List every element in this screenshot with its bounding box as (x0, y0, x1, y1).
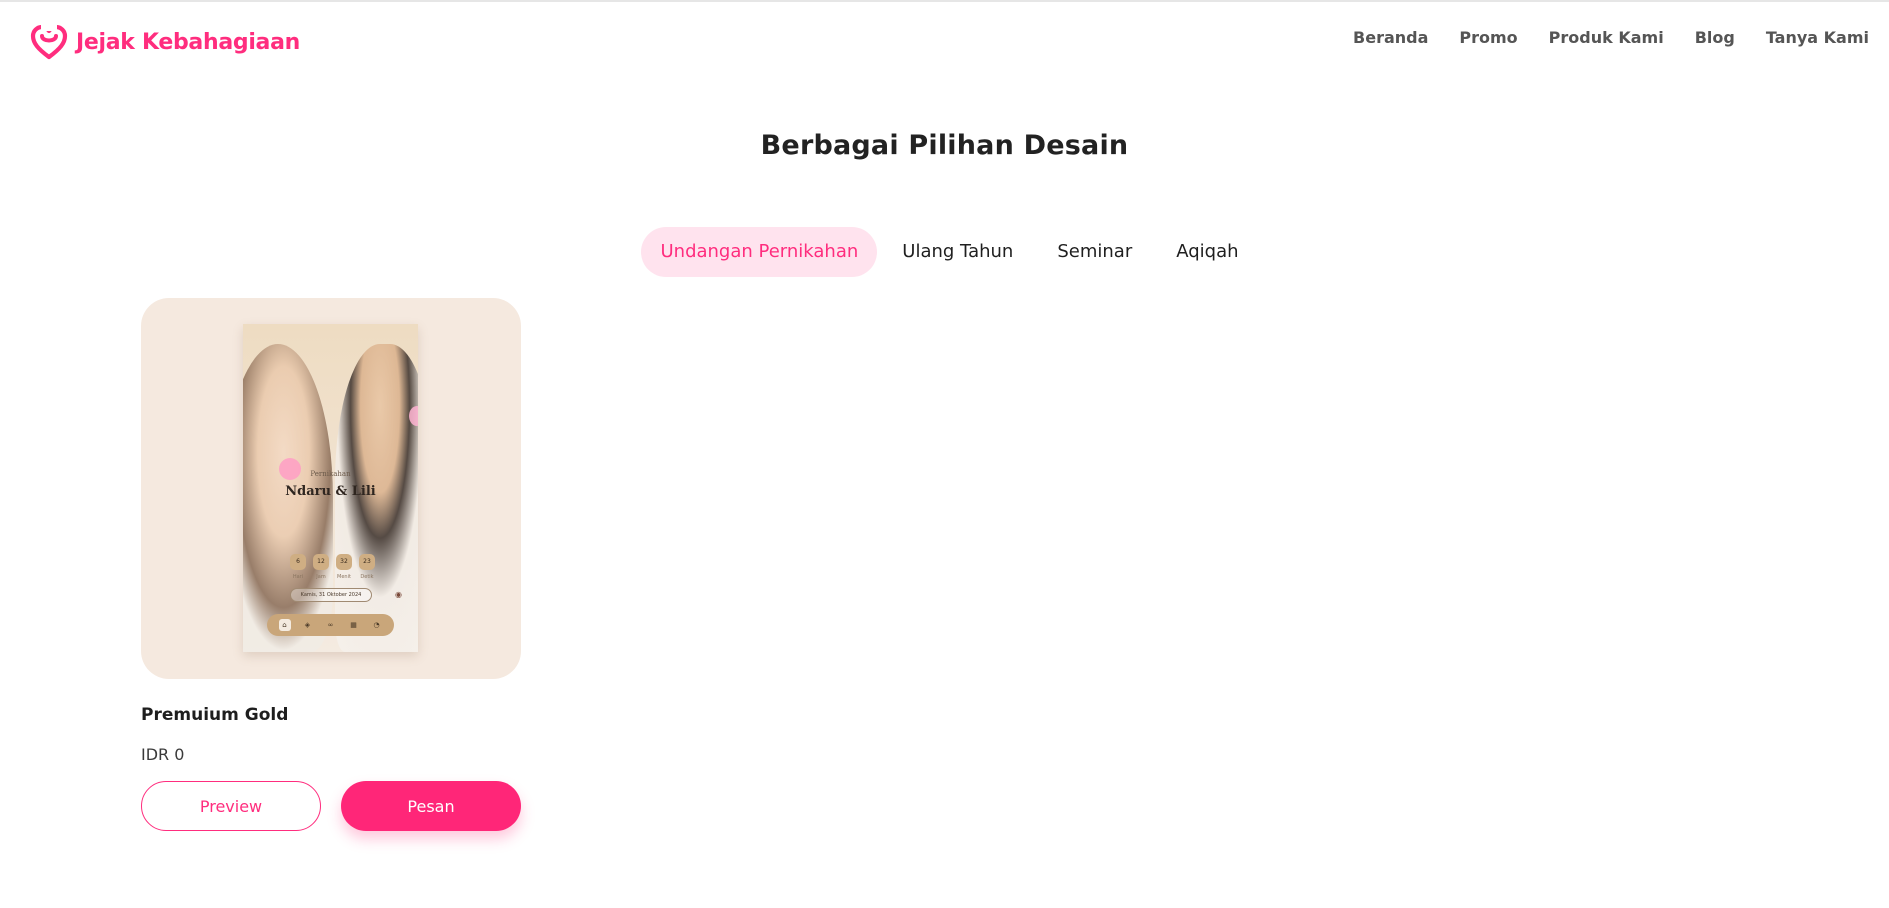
heart-logo-icon (30, 24, 68, 60)
brand-logo-link[interactable]: Jejak Kebahagiaan (30, 24, 300, 60)
countdown-value: 6 (290, 554, 306, 570)
heart-decoration (409, 406, 418, 426)
couple-icon: ◈ (304, 621, 311, 629)
event-date-pill: Kamis, 31 Oktober 2024 (290, 588, 372, 602)
calendar-icon: ▦ (350, 621, 357, 629)
nav-produk-kami[interactable]: Produk Kami (1549, 28, 1664, 47)
main-nav: Beranda Promo Produk Kami Blog Tanya Kam… (1353, 28, 1869, 47)
countdown-label: Jam (316, 574, 326, 580)
section-title: Berbagai Pilihan Desain (760, 130, 1129, 161)
invitation-couple-names: Ndaru & Lili (285, 484, 376, 499)
product-price: IDR 0 (141, 745, 185, 764)
countdown-hours: 12 Jam (313, 554, 329, 580)
rings-icon: ∞ (327, 621, 334, 629)
product-thumbnail[interactable]: Pernikahan Ndaru & Lili 6 Hari 12 Jam 32… (141, 298, 521, 679)
home-icon: ⌂ (278, 619, 291, 631)
countdown-value: 32 (336, 554, 352, 570)
countdown-minutes: 32 Menit (336, 554, 352, 580)
nav-promo[interactable]: Promo (1459, 28, 1517, 47)
tab-ulang-tahun[interactable]: Ulang Tahun (883, 227, 1032, 277)
invitation-bottom-nav: ⌂ ◈ ∞ ▦ ◔ (267, 614, 394, 636)
tab-undangan-pernikahan[interactable]: Undangan Pernikahan (641, 227, 878, 277)
order-button[interactable]: Pesan (341, 781, 521, 831)
countdown-label: Menit (337, 574, 351, 580)
invitation-subtitle: Pernikahan (310, 470, 351, 478)
preview-button[interactable]: Preview (141, 781, 321, 831)
site-header: Jejak Kebahagiaan Beranda Promo Produk K… (0, 0, 1889, 84)
countdown-label: Detik (360, 574, 374, 580)
product-name: Premuium Gold (141, 705, 289, 725)
countdown-value: 12 (313, 554, 329, 570)
countdown-days: 6 Hari (290, 554, 306, 580)
countdown-seconds: 23 Detik (359, 554, 375, 580)
tab-seminar[interactable]: Seminar (1038, 227, 1151, 277)
eye-icon: ◉ (395, 590, 402, 599)
product-card: Pernikahan Ndaru & Lili 6 Hari 12 Jam 32… (141, 298, 521, 831)
nav-blog[interactable]: Blog (1695, 28, 1735, 47)
nav-beranda[interactable]: Beranda (1353, 28, 1428, 47)
category-tabs: Undangan Pernikahan Ulang Tahun Seminar … (0, 227, 1889, 277)
tab-aqiqah[interactable]: Aqiqah (1157, 227, 1257, 277)
chat-icon: ◔ (373, 621, 380, 629)
countdown-label: Hari (292, 574, 304, 580)
product-actions: Preview Pesan (141, 781, 521, 831)
countdown-value: 23 (359, 554, 375, 570)
brand-name: Jejak Kebahagiaan (76, 29, 301, 55)
countdown: 6 Hari 12 Jam 32 Menit 23 Detik (290, 554, 375, 580)
invitation-preview-image: Pernikahan Ndaru & Lili 6 Hari 12 Jam 32… (243, 324, 418, 652)
nav-tanya-kami[interactable]: Tanya Kami (1766, 28, 1869, 47)
